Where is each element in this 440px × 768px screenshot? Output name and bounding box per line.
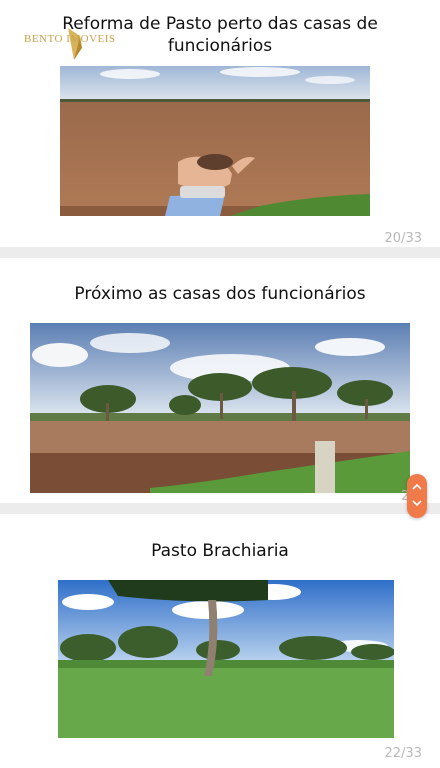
pdf-viewer[interactable]: BENTO IMOVEIS Reforma de Pasto perto das… — [0, 0, 440, 768]
chevron-down-icon — [412, 500, 422, 507]
photo-palm-field — [30, 323, 410, 493]
slide-22: Pasto Brachiaria 22/33 — [0, 514, 440, 768]
slide-21: Próximo as casas dos funcionários — [0, 258, 440, 504]
page-number: 20/33 — [384, 231, 422, 246]
photo-soil-hand — [60, 66, 370, 216]
slide-title: Reforma de Pasto perto das casas de func… — [62, 14, 378, 56]
slide-title: Pasto Brachiaria — [151, 541, 289, 561]
fast-scroll-handle[interactable] — [407, 474, 427, 518]
slide-20: BENTO IMOVEIS Reforma de Pasto perto das… — [0, 0, 440, 247]
slide-title: Próximo as casas dos funcionários — [74, 284, 366, 304]
photo-brachiaria-pasture — [58, 580, 394, 738]
chevron-up-icon — [412, 483, 422, 490]
page-number: 22/33 — [384, 746, 422, 761]
